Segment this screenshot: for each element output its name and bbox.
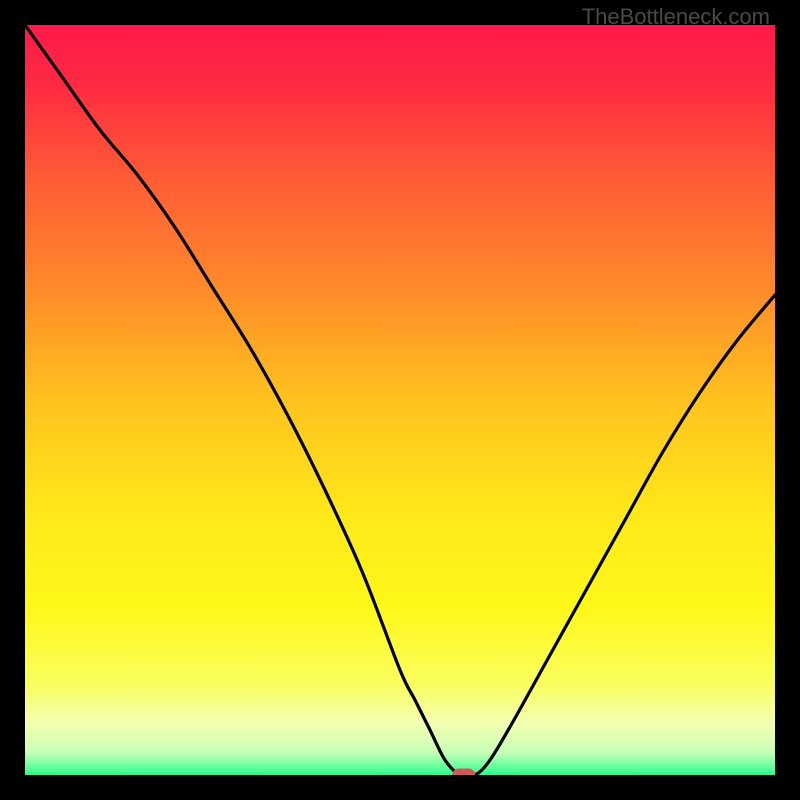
bottleneck-chart: [25, 25, 775, 775]
optimal-point-marker: [453, 769, 475, 775]
chart-frame: [25, 25, 775, 775]
gradient-background: [25, 25, 775, 775]
